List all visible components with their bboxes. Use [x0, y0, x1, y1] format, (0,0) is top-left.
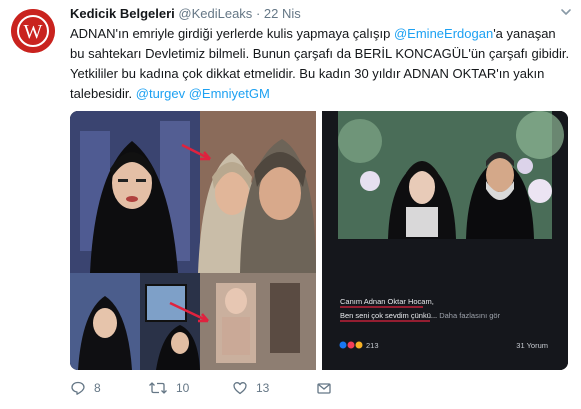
header-separator: · — [255, 6, 261, 21]
retweet-button[interactable]: 10 — [148, 378, 189, 398]
mention-link[interactable]: @EmniyetGM — [189, 86, 270, 101]
love-reaction-icon — [347, 341, 355, 349]
tweet-timestamp[interactable]: 22 Nis — [264, 6, 301, 21]
tweet-text: ADNAN'ın emriyle girdiği yerlerde kulis … — [70, 24, 570, 104]
media-photo-right[interactable]: Canım Adnan Oktar Hocam, Ben seni çok se… — [322, 111, 568, 370]
tweet-text-part: ADNAN'ın emriyle girdiği yerlerde kulis … — [70, 26, 394, 41]
direct-message-button[interactable] — [316, 378, 332, 398]
tweet-media[interactable]: Canım Adnan Oktar Hocam, Ben seni çok se… — [70, 111, 568, 370]
envelope-icon — [317, 383, 331, 394]
author-handle[interactable]: @KediLeaks — [178, 6, 252, 21]
chevron-down-icon[interactable] — [559, 5, 573, 19]
retweet-icon — [149, 382, 167, 394]
reply-icon — [71, 381, 85, 395]
mention-link[interactable]: @EmineErdogan — [394, 26, 493, 41]
caption-line-2: Ben seni çok sevdim çünkü... Daha fazlas… — [340, 311, 501, 320]
comment-count: 31 Yorum — [516, 341, 548, 350]
avatar-logo-icon: W — [11, 9, 55, 53]
reply-button[interactable]: 8 — [70, 378, 101, 398]
reply-count: 8 — [94, 381, 101, 395]
haha-reaction-icon — [355, 341, 363, 349]
heart-icon — [233, 382, 247, 395]
avatar-letter: W — [24, 21, 43, 43]
retweet-count: 10 — [176, 381, 190, 395]
mention-link[interactable]: @turgev — [136, 86, 185, 101]
tweet-header: Kedicik Belgeleri @KediLeaks · 22 Nis — [70, 6, 301, 22]
caption-more-link: Daha fazlasını gör — [437, 311, 500, 320]
like-button[interactable]: 13 — [232, 378, 269, 398]
caption-line-1: Canım Adnan Oktar Hocam, — [340, 297, 434, 306]
like-count: 13 — [256, 381, 270, 395]
author-name[interactable]: Kedicik Belgeleri — [70, 6, 175, 21]
media-photo-left[interactable] — [70, 111, 316, 370]
reaction-count: 213 — [366, 341, 379, 350]
like-reaction-icon — [339, 341, 347, 349]
author-avatar[interactable]: W — [11, 9, 55, 53]
